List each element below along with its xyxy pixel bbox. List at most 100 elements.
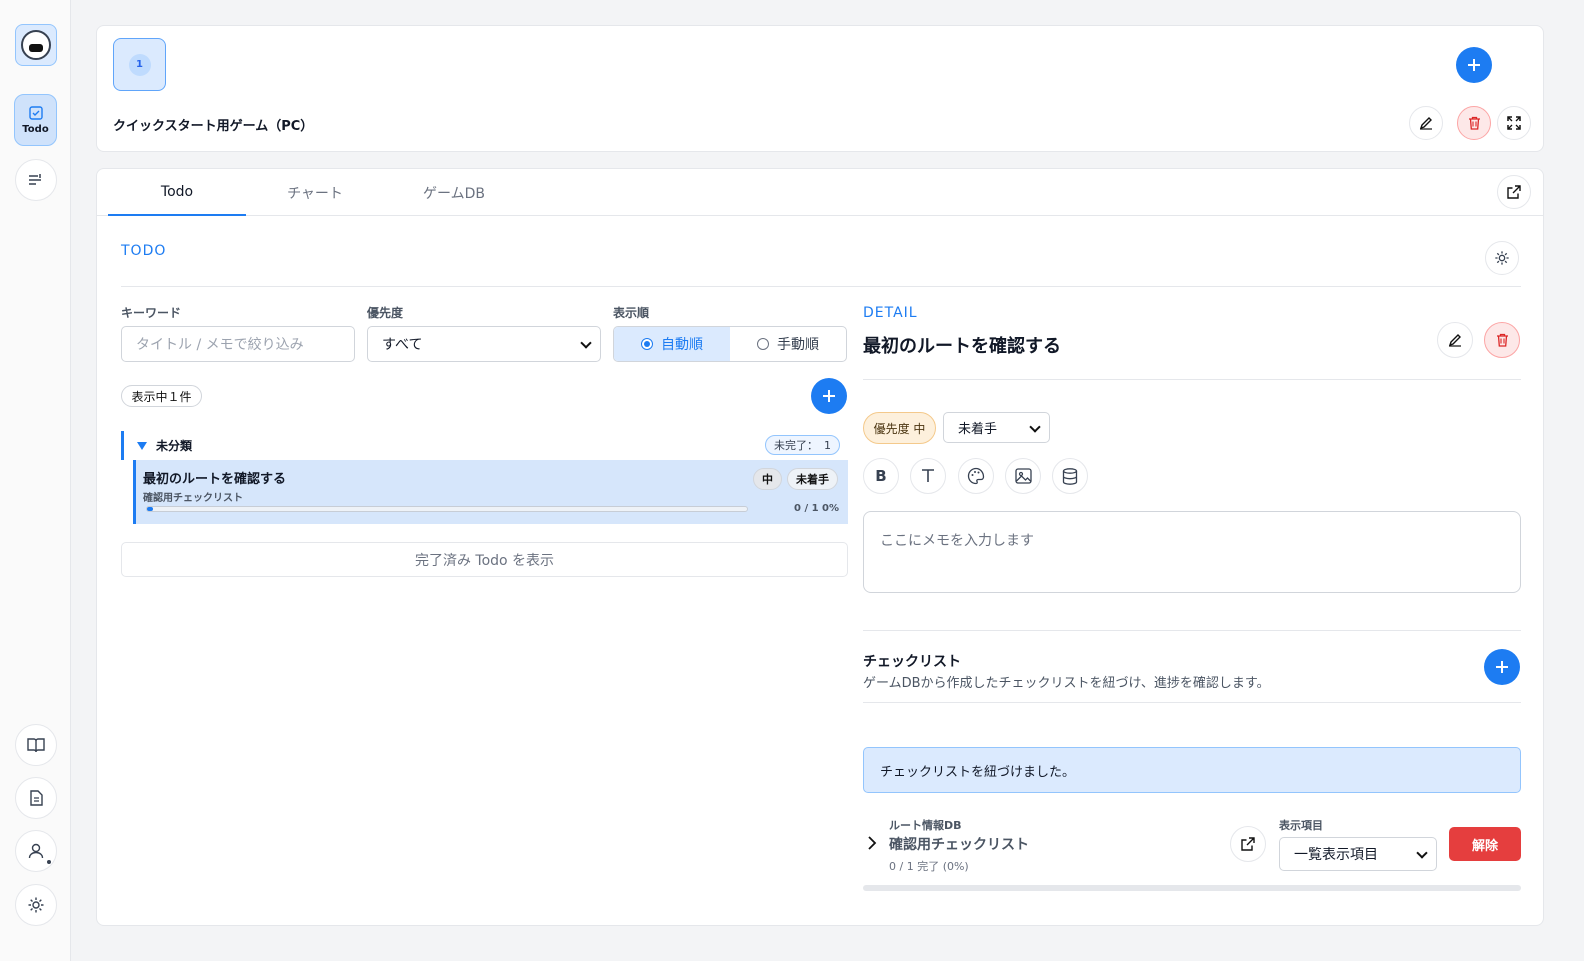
open-external-button[interactable]: [1497, 175, 1531, 209]
linked-progress: 0 / 1 完了 (0%): [889, 860, 969, 873]
order-manual-option[interactable]: 手動順: [730, 327, 846, 361]
game-chip-number: 1: [128, 53, 151, 76]
order-toggle: 自動順 手動順: [613, 326, 847, 362]
checklist-title: チェックリスト: [863, 654, 961, 670]
gear-icon: [28, 897, 44, 913]
unlink-button[interactable]: 解除: [1449, 827, 1521, 861]
sidebar-item-document[interactable]: [15, 777, 57, 819]
bold-icon: B: [875, 467, 887, 485]
chevron-down-icon: [1029, 421, 1041, 433]
status-select[interactable]: 未着手: [943, 412, 1050, 443]
status-select-value: 未着手: [958, 422, 998, 437]
incomplete-label: 未完了：: [774, 439, 818, 452]
tab-bar: Todo チャート ゲームDB: [97, 169, 1543, 216]
edit-todo-button[interactable]: [1437, 322, 1473, 358]
display-item-value: 一覧表示項目: [1294, 847, 1378, 863]
tab-chart[interactable]: チャート: [246, 169, 384, 216]
display-item-label: 表示項目: [1279, 819, 1323, 832]
todo-item-subtitle: 確認用チェックリスト: [143, 493, 243, 504]
group-name: 未分類: [156, 439, 193, 453]
checkbox-icon: [28, 105, 43, 120]
edit-game-button[interactable]: [1409, 106, 1443, 140]
text-icon: [922, 469, 934, 482]
sidebar-item-account[interactable]: [15, 830, 57, 872]
priority-select[interactable]: すべて: [367, 326, 601, 362]
todo-progress-bar: [146, 506, 748, 512]
todo-section-label: TODO: [121, 243, 167, 259]
divider: [121, 286, 1521, 287]
checklist-description: ゲームDBから作成したチェックリストを紐づけ、進捗を確認します。: [863, 676, 1270, 691]
image-button[interactable]: [1005, 458, 1041, 494]
plus-icon: [1496, 661, 1508, 673]
delete-game-button[interactable]: [1457, 106, 1491, 140]
todo-settings-button[interactable]: [1485, 241, 1519, 275]
image-icon: [1014, 468, 1032, 484]
game-selector-chip[interactable]: 1: [113, 38, 166, 91]
logo-face-icon: [21, 30, 51, 60]
linked-checklist-name: 確認用チェックリスト: [889, 837, 1029, 853]
trash-icon: [1496, 333, 1508, 347]
todo-list-item[interactable]: 最初のルートを確認する 確認用チェックリスト 中 未着手 0 / 1 0%: [133, 460, 848, 524]
pencil-icon: [1419, 117, 1432, 130]
book-icon: [27, 738, 45, 753]
tab-game-db[interactable]: ゲームDB: [384, 169, 524, 216]
linked-progress-bar: [863, 885, 1521, 891]
sidebar: Todo: [0, 0, 71, 961]
incomplete-count-badge: 未完了： 1: [765, 435, 840, 455]
main-card: Todo チャート ゲームDB TODO キーワード タイトル / メモで絞り込…: [96, 168, 1544, 926]
priority-label: 優先度: [367, 306, 404, 320]
chevron-down-icon: [580, 337, 592, 349]
radio-icon: [641, 338, 653, 350]
bold-button[interactable]: B: [863, 458, 899, 494]
order-auto-option[interactable]: 自動順: [614, 327, 730, 361]
database-button[interactable]: [1052, 458, 1088, 494]
radio-icon: [757, 338, 769, 350]
tab-todo[interactable]: Todo: [108, 169, 246, 216]
add-game-button[interactable]: [1456, 47, 1492, 83]
gear-icon: [1495, 251, 1509, 265]
add-todo-button[interactable]: [811, 378, 847, 414]
show-completed-button[interactable]: 完了済み Todo を表示: [121, 542, 848, 577]
external-link-icon: [1241, 837, 1255, 851]
triangle-down-icon: [137, 441, 147, 450]
linked-alert: チェックリストを紐づけました。: [863, 747, 1521, 793]
detail-section-label: DETAIL: [863, 305, 918, 321]
detail-priority-chip: 優先度 中: [863, 412, 936, 444]
priority-badge: 中: [753, 468, 782, 490]
game-title: クイックスタート用ゲーム（PC）: [113, 119, 314, 134]
divider: [863, 702, 1521, 703]
user-icon: [28, 843, 44, 859]
fullscreen-button[interactable]: [1497, 106, 1531, 140]
sidebar-item-guide[interactable]: [15, 724, 57, 766]
display-item-select[interactable]: 一覧表示項目: [1279, 837, 1437, 871]
delete-todo-button[interactable]: [1484, 322, 1520, 358]
plus-icon: [823, 390, 835, 402]
text-style-button[interactable]: [910, 458, 946, 494]
sidebar-item-list[interactable]: [15, 159, 57, 201]
status-dot: [46, 859, 52, 865]
todo-item-title: 最初のルートを確認する: [143, 472, 287, 487]
add-checklist-button[interactable]: [1484, 649, 1520, 685]
memo-textarea[interactable]: ここにメモを入力します: [863, 511, 1521, 593]
chevron-right-icon[interactable]: [867, 836, 877, 850]
external-link-icon: [1507, 185, 1521, 199]
divider: [863, 630, 1521, 631]
order-option-label: 手動順: [777, 337, 819, 353]
plus-icon: [1468, 59, 1480, 71]
keyword-input[interactable]: タイトル / メモで絞り込み: [121, 326, 355, 362]
sidebar-item-label: Todo: [22, 123, 49, 135]
color-button[interactable]: [958, 458, 994, 494]
sidebar-item-settings[interactable]: [15, 884, 57, 926]
order-label: 表示順: [613, 306, 650, 320]
sidebar-item-todo[interactable]: Todo: [14, 94, 57, 146]
priority-select-value: すべて: [382, 337, 423, 353]
todo-progress-text: 0 / 1 0%: [794, 503, 839, 514]
app-logo[interactable]: [15, 24, 57, 66]
divider: [863, 379, 1521, 380]
palette-icon: [967, 467, 985, 485]
detail-title: 最初のルートを確認する: [863, 336, 1061, 357]
todo-group-header[interactable]: 未分類 未完了： 1: [121, 431, 848, 460]
trash-icon: [1468, 116, 1480, 130]
keyword-label: キーワード: [121, 306, 182, 320]
open-checklist-button[interactable]: [1230, 826, 1266, 862]
